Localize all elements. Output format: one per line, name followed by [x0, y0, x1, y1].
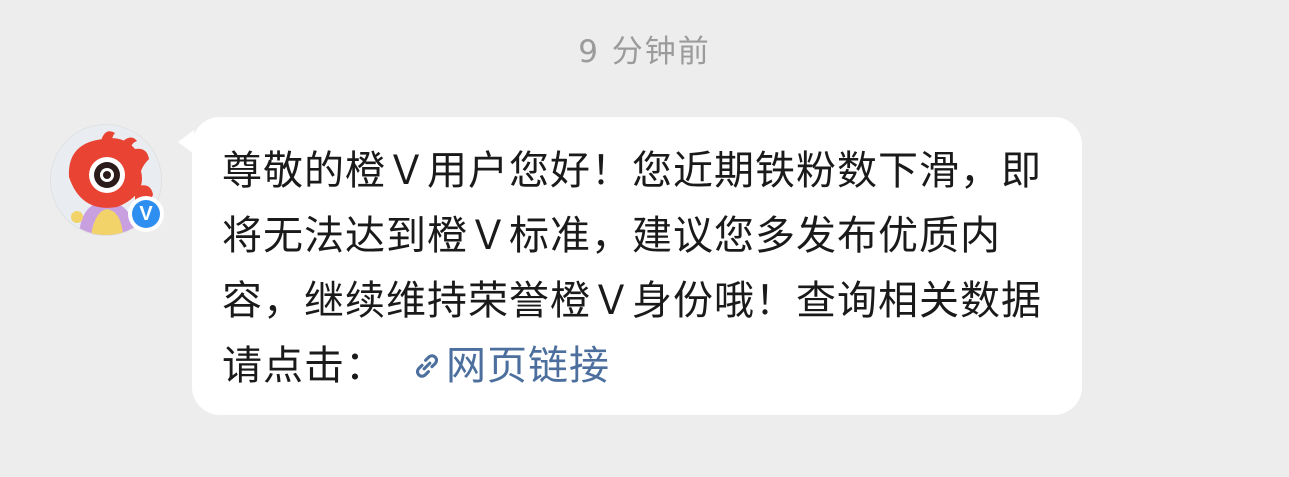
web-link[interactable]: 网页链接 [410, 343, 610, 389]
link-icon [410, 338, 444, 403]
verified-v-icon: V [132, 200, 160, 228]
message-text: 尊敬的橙Ｖ用户您好！您近期铁粉数下滑，即将无法达到橙Ｖ标准，建议您多发布优质内容… [222, 139, 1042, 403]
message-body: 尊敬的橙Ｖ用户您好！您近期铁粉数下滑，即将无法达到橙Ｖ标准，建议您多发布优质内容… [222, 148, 1042, 389]
message-timestamp: 9 分钟前 [578, 34, 711, 70]
verified-badge: V [128, 196, 164, 232]
web-link-label: 网页链接 [446, 343, 610, 389]
sender-avatar[interactable]: V [50, 124, 166, 240]
message-bubble[interactable]: 尊敬的橙Ｖ用户您好！您近期铁粉数下滑，即将无法达到橙Ｖ标准，建议您多发布优质内容… [192, 117, 1082, 415]
